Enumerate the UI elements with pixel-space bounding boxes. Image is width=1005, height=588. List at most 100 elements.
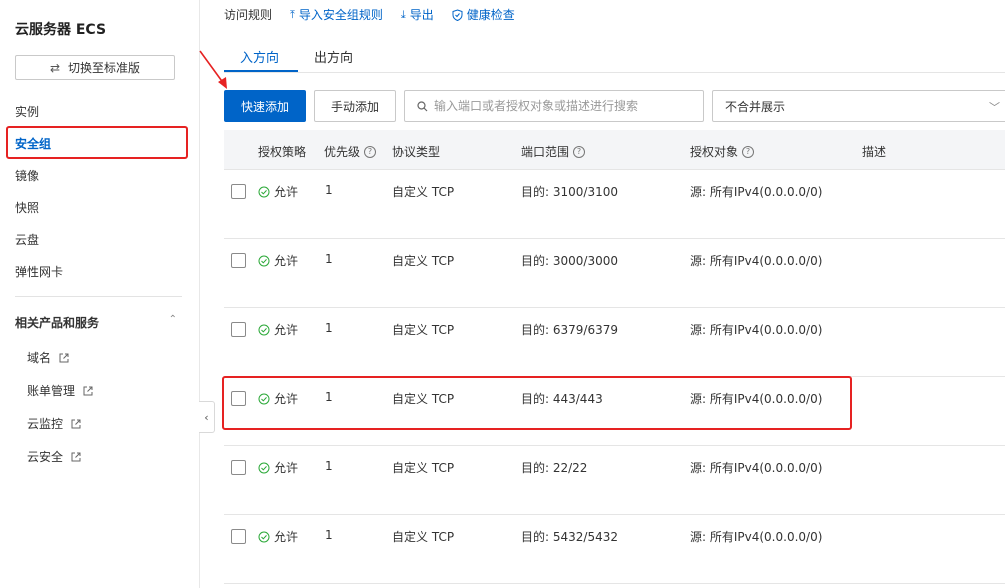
import-icon: ⤒ — [290, 7, 295, 21]
policy-label: 允许 — [274, 323, 299, 337]
manual-add-button[interactable]: 手动添加 — [314, 90, 396, 122]
col-header-label: 描述 — [862, 145, 887, 159]
col-header-label: 协议类型 — [392, 145, 441, 159]
priority-cell: 1 — [325, 528, 333, 542]
switch-version-button[interactable]: ⇄ 切换至标准版 — [15, 55, 175, 80]
sidebar-divider — [15, 296, 182, 297]
col-header-policy: 授权策略 — [258, 143, 306, 160]
check-circle-icon — [258, 324, 270, 335]
row-checkbox[interactable] — [231, 184, 246, 199]
collapse-sidebar-toggle[interactable]: ‹ — [199, 401, 215, 433]
quick-add-button[interactable]: 快速添加 — [224, 90, 306, 122]
check-circle-icon — [258, 462, 270, 473]
sidebar-item-snapshots[interactable]: 快照 — [15, 198, 39, 218]
col-header-label: 优先级 — [324, 145, 361, 159]
search-icon — [417, 100, 428, 111]
row-checkbox[interactable] — [231, 529, 246, 544]
related-products-section[interactable]: 相关产品和服务 ⌃ — [15, 314, 177, 331]
external-link-icon — [59, 353, 69, 362]
sidebar-link-label: 账单管理 — [27, 384, 76, 398]
priority-cell: 1 — [325, 321, 333, 335]
help-icon[interactable]: ? — [364, 145, 377, 158]
col-header-description: 描述 — [862, 143, 886, 160]
export-link[interactable]: ⤓ 导出 — [401, 6, 434, 23]
col-header-label: 授权对象 — [690, 145, 739, 159]
check-circle-icon — [258, 255, 270, 266]
policy-cell: 允许 — [258, 528, 298, 545]
port-443-highlight-box — [222, 376, 852, 430]
source-cell: 源: 所有IPv4(0.0.0.0/0) — [690, 185, 823, 199]
security-group-highlight-box — [6, 126, 188, 159]
col-header-label: 授权策略 — [258, 145, 307, 159]
protocol-cell: 自定义 TCP — [392, 254, 455, 268]
sidebar-link-cloud-monitor[interactable]: 云监控 — [27, 415, 81, 432]
help-icon[interactable]: ? — [742, 145, 755, 158]
shield-check-icon — [452, 8, 463, 21]
sidebar-link-label: 云监控 — [27, 417, 64, 431]
table-row[interactable]: 允许 1 自定义 TCP 目的: 22/22 源: 所有IPv4(0.0.0.0/0) — [224, 446, 1005, 515]
rule-search-box[interactable] — [404, 90, 704, 122]
chevron-up-icon[interactable]: ⌃ — [169, 314, 177, 331]
policy-cell: 允许 — [258, 183, 298, 200]
sidebar-link-label: 云安全 — [27, 450, 64, 464]
help-icon[interactable]: ? — [573, 145, 586, 158]
check-circle-icon — [258, 531, 270, 542]
external-link-icon — [71, 419, 81, 428]
related-products-title: 相关产品和服务 — [15, 316, 100, 330]
protocol-cell: 自定义 TCP — [392, 185, 455, 199]
table-row[interactable]: 允许 1 自定义 TCP 目的: 6379/6379 源: 所有IPv4(0.0.0.0… — [224, 308, 1005, 377]
export-label: 导出 — [409, 8, 434, 22]
search-input[interactable] — [434, 99, 694, 113]
merge-display-value: 不合并展示 — [725, 99, 786, 114]
priority-cell: 1 — [325, 459, 333, 473]
protocol-cell: 自定义 TCP — [392, 323, 455, 337]
priority-cell: 1 — [325, 183, 333, 197]
row-checkbox[interactable] — [231, 460, 246, 475]
tab-inbound[interactable]: 入方向 — [240, 47, 279, 66]
port-range-cell: 目的: 22/22 — [521, 461, 588, 475]
annotation-arrow — [199, 50, 227, 89]
row-checkbox[interactable] — [231, 322, 246, 337]
sidebar-item-images[interactable]: 镜像 — [15, 166, 39, 186]
col-header-protocol: 协议类型 — [392, 143, 440, 160]
tab-outbound[interactable]: 出方向 — [314, 47, 353, 66]
row-checkbox[interactable] — [231, 253, 246, 268]
sidebar-link-cloud-security[interactable]: 云安全 — [27, 448, 81, 465]
access-rules-title: 访问规则 — [224, 8, 273, 22]
policy-label: 允许 — [274, 254, 299, 268]
import-rules-link[interactable]: ⤒ 导入安全组规则 — [290, 6, 383, 23]
col-header-source: 授权对象? — [690, 143, 755, 160]
priority-cell: 1 — [325, 252, 333, 266]
table-row[interactable]: 允许 1 自定义 TCP 目的: 3100/3100 源: 所有IPv4(0.0.0.0… — [224, 170, 1005, 239]
direction-tabs: 入方向 出方向 — [224, 40, 1005, 73]
col-header-label: 端口范围 — [521, 145, 570, 159]
active-tab-indicator — [224, 70, 298, 72]
sidebar-item-instances[interactable]: 实例 — [15, 102, 39, 122]
health-check-link[interactable]: 健康检查 — [452, 6, 515, 23]
health-check-label: 健康检查 — [466, 8, 515, 22]
table-row[interactable]: 允许 1 自定义 TCP 目的: 3000/3000 源: 所有IPv4(0.0.0.0… — [224, 239, 1005, 308]
policy-label: 允许 — [274, 185, 299, 199]
merge-display-select[interactable]: 不合并展示 ﹀ — [712, 90, 1005, 122]
chevron-left-icon: ‹ — [204, 410, 209, 424]
check-circle-icon — [258, 186, 270, 197]
col-header-port-range: 端口范围? — [521, 143, 586, 160]
protocol-cell: 自定义 TCP — [392, 530, 455, 544]
policy-cell: 允许 — [258, 321, 298, 338]
source-cell: 源: 所有IPv4(0.0.0.0/0) — [690, 323, 823, 337]
external-link-icon — [71, 452, 81, 461]
port-range-cell: 目的: 5432/5432 — [521, 530, 618, 544]
external-link-icon — [83, 386, 93, 395]
policy-cell: 允许 — [258, 252, 298, 269]
sidebar-link-billing[interactable]: 账单管理 — [27, 382, 93, 399]
sidebar: 云服务器 ECS ⇄ 切换至标准版 实例 安全组 镜像 快照 云盘 弹性网卡 相… — [0, 0, 200, 588]
chevron-down-icon: ﹀ — [989, 101, 1000, 114]
sidebar-link-domains[interactable]: 域名 — [27, 349, 69, 366]
table-row[interactable]: 允许 1 自定义 TCP 目的: 5432/5432 源: 所有IPv4(0.0.0.0… — [224, 515, 1005, 584]
sidebar-item-disks[interactable]: 云盘 — [15, 230, 39, 250]
policy-label: 允许 — [274, 530, 299, 544]
policy-label: 允许 — [274, 461, 299, 475]
sidebar-item-eni[interactable]: 弹性网卡 — [15, 262, 63, 282]
port-range-cell: 目的: 6379/6379 — [521, 323, 618, 337]
port-range-cell: 目的: 3000/3000 — [521, 254, 618, 268]
